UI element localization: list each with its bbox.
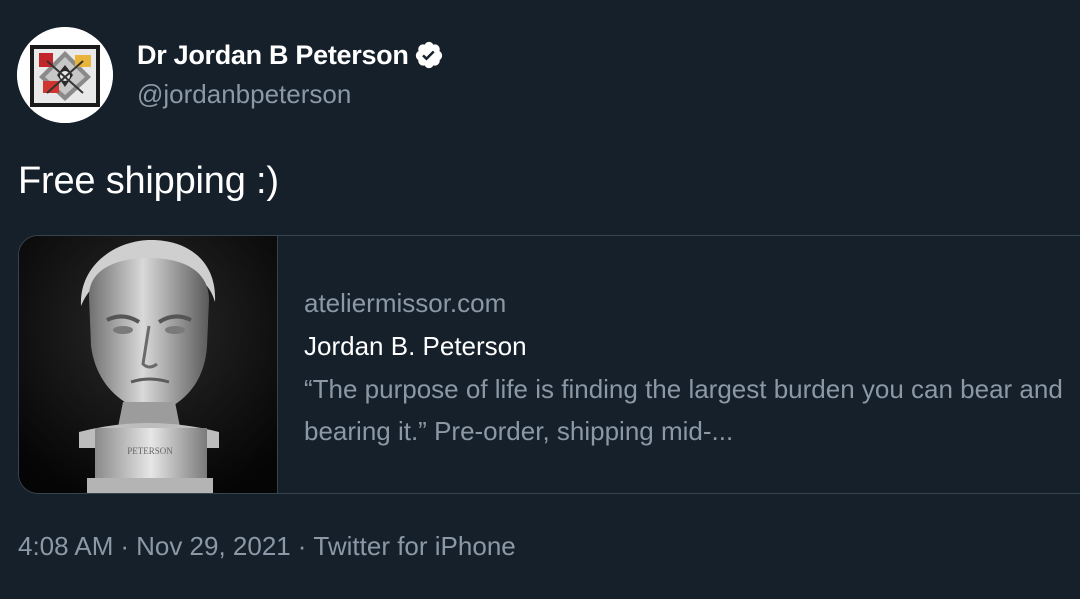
plinth-label: PETERSON: [127, 446, 173, 456]
meta-separator: ·: [297, 531, 307, 561]
card-body[interactable]: ateliermissor.com Jordan B. Peterson “Th…: [278, 236, 1080, 493]
author-name-row[interactable]: Dr Jordan B Peterson: [137, 38, 444, 72]
maps-of-meaning-logo-icon: [17, 27, 113, 123]
tweet-source[interactable]: Twitter for iPhone: [313, 531, 515, 562]
meta-separator: ·: [120, 531, 130, 561]
author-display-name[interactable]: Dr Jordan B Peterson: [137, 40, 409, 71]
verified-badge-icon: [414, 40, 444, 70]
card-thumbnail[interactable]: PETERSON: [19, 236, 278, 493]
card-title: Jordan B. Peterson: [304, 331, 527, 361]
link-card[interactable]: PETERSON ateliermissor.com Jordan B. Pet…: [18, 235, 1080, 494]
tweet-date[interactable]: Nov 29, 2021: [136, 531, 291, 562]
tweet: Dr Jordan B Peterson @jordanbpeterson Fr…: [0, 0, 1080, 599]
tweet-text: Free shipping :): [18, 160, 279, 202]
card-description: “The purpose of life is finding the larg…: [304, 374, 1063, 446]
author-handle[interactable]: @jordanbpeterson: [137, 79, 351, 110]
bust-sculpture-image: PETERSON: [19, 236, 277, 493]
tweet-time[interactable]: 4:08 AM: [18, 531, 113, 562]
card-domain: ateliermissor.com: [304, 288, 507, 318]
author-avatar[interactable]: [17, 27, 113, 123]
tweet-meta: 4:08 AM · Nov 29, 2021 · Twitter for iPh…: [18, 531, 516, 562]
